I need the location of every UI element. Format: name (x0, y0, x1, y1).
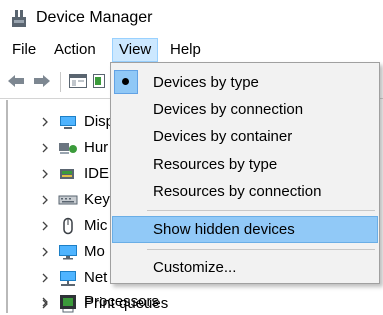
monitor-icon (59, 245, 77, 260)
menu-view[interactable]: View (112, 38, 159, 62)
menu-action[interactable]: Action (48, 38, 102, 62)
forward-arrow-icon[interactable] (32, 72, 52, 90)
menu-item-label: Resources by connection (153, 183, 322, 200)
chevron-right-icon[interactable] (40, 116, 50, 128)
menu-item-label: Devices by connection (153, 101, 304, 118)
ide-controller-icon (60, 169, 74, 179)
menu-item-devices-by-type[interactable]: Devices by type (112, 69, 378, 96)
tree-item-label: Processors (84, 293, 160, 310)
pane-border (6, 100, 8, 313)
menu-item-devices-by-container[interactable]: Devices by container (112, 123, 378, 150)
tree-item-label: Net (84, 269, 108, 286)
tree-item-label: Mic (84, 217, 108, 234)
menu-file[interactable]: File (6, 38, 42, 62)
radio-bullet-icon (122, 78, 129, 85)
chevron-right-icon[interactable] (40, 246, 50, 258)
menu-bar: File Action View Help (0, 36, 383, 64)
chevron-right-icon[interactable] (40, 168, 50, 180)
mouse-icon (63, 217, 73, 235)
menu-help[interactable]: Help (164, 38, 207, 62)
menu-item-resources-by-connection[interactable]: Resources by connection (112, 178, 378, 205)
window-title: Device Manager (36, 9, 153, 26)
tree-item-label: IDE (84, 165, 110, 182)
menu-item-devices-by-connection[interactable]: Devices by connection (112, 96, 378, 123)
chevron-right-icon[interactable] (40, 272, 50, 284)
menu-item-label: Resources by type (153, 156, 278, 173)
chevron-right-icon[interactable] (40, 194, 50, 206)
menu-separator (147, 249, 375, 250)
menu-item-show-hidden-devices[interactable]: Show hidden devices (112, 216, 378, 243)
view-menu-dropdown: Devices by type Devices by connection De… (110, 62, 380, 284)
device-manager-icon (12, 10, 26, 27)
properties-icon[interactable] (68, 72, 88, 90)
tree-item[interactable]: Processors (0, 289, 383, 315)
toolbar-separator (60, 72, 61, 92)
keyboard-icon (58, 195, 78, 205)
chevron-right-icon[interactable] (40, 142, 50, 154)
title-bar: Device Manager (0, 0, 383, 36)
menu-item-customize[interactable]: Customize... (112, 254, 378, 281)
display-adapter-icon (60, 116, 76, 129)
chevron-right-icon[interactable] (40, 296, 50, 308)
tree-item-label: Key (84, 191, 110, 208)
update-driver-icon[interactable] (92, 72, 106, 90)
menu-item-label: Customize... (153, 259, 237, 276)
processor-icon (60, 295, 76, 309)
menu-item-label: Show hidden devices (153, 221, 295, 238)
menu-item-resources-by-type[interactable]: Resources by type (112, 151, 378, 178)
menu-separator (147, 210, 375, 211)
tree-item-label: Mo (84, 243, 105, 260)
menu-item-label: Devices by container (153, 128, 293, 145)
back-arrow-icon[interactable] (6, 72, 26, 90)
menu-item-label: Devices by type (153, 74, 259, 91)
network-adapter-icon (60, 271, 76, 286)
chevron-right-icon[interactable] (40, 220, 50, 232)
tree-item-label: Hur (84, 139, 109, 156)
human-interface-device-icon (59, 143, 77, 154)
